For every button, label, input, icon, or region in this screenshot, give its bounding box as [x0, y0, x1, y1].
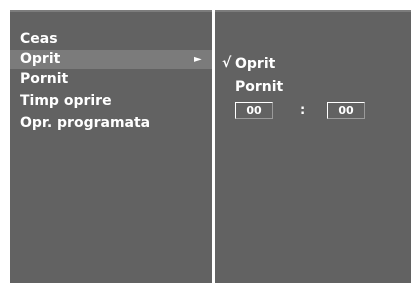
- menu-item-label: Pornit: [20, 71, 69, 87]
- option-oprit[interactable]: Oprit: [235, 55, 275, 73]
- menu-item-label: Oprit: [20, 51, 61, 67]
- minutes-field[interactable]: 00: [327, 102, 365, 119]
- menu-item-label: Ceas: [20, 31, 58, 47]
- menu-item-label: Opr. programata: [20, 115, 151, 131]
- time-separator: :: [300, 103, 306, 118]
- tv-osd-screen: Ceas Oprit ► Pornit Timp oprire Opr. pro…: [0, 0, 411, 283]
- main-menu-panel: Ceas Oprit ► Pornit Timp oprire Opr. pro…: [10, 10, 212, 283]
- submenu-panel: √ Oprit Pornit 00 : 00: [215, 10, 411, 283]
- hours-field[interactable]: 00: [235, 102, 273, 119]
- check-mark-icon: √: [222, 55, 232, 71]
- menu-item-timp-oprire[interactable]: Timp oprire: [10, 92, 212, 111]
- right-arrow-icon: ►: [194, 54, 202, 65]
- menu-item-opr-programata[interactable]: Opr. programata: [10, 114, 212, 133]
- menu-item-oprit[interactable]: Oprit ►: [10, 50, 212, 69]
- option-pornit[interactable]: Pornit: [235, 78, 283, 96]
- menu-item-label: Timp oprire: [20, 93, 112, 109]
- menu-item-ceas[interactable]: Ceas: [10, 30, 212, 49]
- menu-item-pornit[interactable]: Pornit: [10, 70, 212, 89]
